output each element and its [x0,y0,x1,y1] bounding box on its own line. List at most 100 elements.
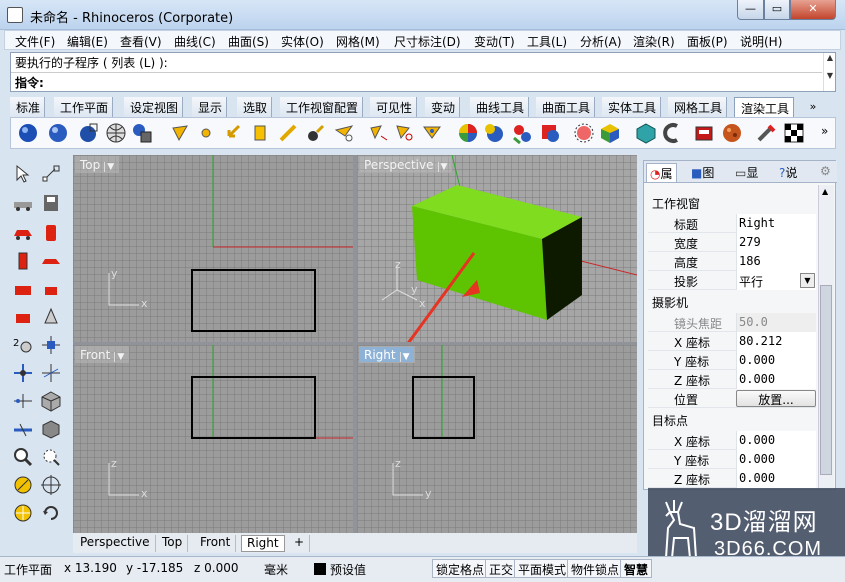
panel-tab-help[interactable]: ?说 [776,163,800,182]
light-move-icon[interactable] [367,122,389,144]
phone-red-icon[interactable] [40,222,62,244]
tab-render-tools[interactable]: 渲染工具 [734,97,795,117]
zoom-window-icon[interactable] [40,446,62,468]
prop-camera-x-value[interactable]: 80.212 [736,332,816,351]
tab-display[interactable]: 显示 [192,97,228,117]
smarttrack-toggle[interactable]: 智慧 [620,559,653,578]
menu-render[interactable]: 渲染(R) [633,33,675,50]
linear-light-icon[interactable] [277,122,299,144]
curve-car-icon[interactable] [12,192,34,214]
tab-solid-tools[interactable]: 实体工具 [602,97,662,117]
viewport-label-perspective[interactable]: Perspective ▼ [359,156,453,173]
prop-height-value[interactable]: 186 [736,252,816,271]
texture-map-icon[interactable] [511,122,533,144]
gumball-icon[interactable] [40,334,62,356]
menu-help[interactable]: 说明(H) [740,33,782,50]
environment-icon[interactable] [599,122,621,144]
ortho-toggle[interactable]: 正交 [485,559,518,578]
panel-scroll-thumb[interactable] [820,285,832,475]
rotate-view-icon[interactable] [40,502,62,524]
place-button[interactable]: 放置... [736,390,816,407]
viewport-front[interactable]: z x Front ▼ [73,345,353,533]
car-red-icon[interactable] [12,222,34,244]
box-red-icon[interactable] [12,306,34,328]
panel-tab-layers[interactable]: ■图 [688,163,717,182]
texture-ball-icon[interactable] [721,122,743,144]
render-globe-icon[interactable] [105,122,127,144]
scroll-up-icon[interactable]: ▲ [822,187,828,196]
cone-icon[interactable] [40,306,62,328]
command-input[interactable] [53,73,813,89]
point-icon[interactable] [40,163,62,185]
light-target-icon[interactable] [393,122,415,144]
select-arrow-icon[interactable] [12,163,34,185]
viewport-label-front[interactable]: Front ▼ [75,346,130,363]
menu-view[interactable]: 查看(V) [120,33,162,50]
tube-red-icon[interactable] [12,250,34,272]
menu-mesh[interactable]: 网格(M) [336,33,380,50]
osnap-toggle[interactable]: 物件锁点 [567,559,624,578]
panel-scrollbar[interactable]: ▲ [818,185,834,488]
tab-curve-tools[interactable]: 曲线工具 [470,97,530,117]
tab-viewport-layout[interactable]: 工作视窗配置 [280,97,364,117]
light-tool-icon[interactable] [305,122,327,144]
menu-surface[interactable]: 曲面(S) [228,33,269,50]
analyze-icon[interactable] [12,474,34,496]
array-icon[interactable] [12,390,34,412]
vptab-top[interactable]: Top [157,535,189,552]
prop-target-y-value[interactable]: 0.000 [736,450,816,469]
command-scrollbar[interactable]: ▲ ▼ [823,53,836,91]
zoom-icon[interactable] [12,446,34,468]
menu-solid[interactable]: 实体(O) [281,33,324,50]
panel-settings-icon[interactable]: ⚙ [820,164,831,178]
render-save-icon[interactable] [131,122,153,144]
material-library-icon[interactable] [539,122,561,144]
viewport-label-right[interactable]: Right ▼ [359,346,415,363]
light-edit-icon[interactable] [333,122,355,144]
planar-toggle[interactable]: 平面模式 [514,559,571,578]
box-3d-icon[interactable] [40,418,62,440]
snap-icon[interactable] [12,502,34,524]
viewport-label-top[interactable]: Top ▼ [75,156,120,173]
status-layer[interactable]: 预设值 [330,561,366,578]
grid-snap-toggle[interactable]: 锁定格点 [432,559,489,578]
color-sphere-icon[interactable] [457,122,479,144]
cube-icon[interactable] [40,390,62,412]
status-units[interactable]: 毫米 [264,561,288,578]
chair-red-icon[interactable] [40,278,62,300]
checker-icon[interactable] [783,122,805,144]
render-icon[interactable] [17,122,39,144]
light-edit-icon-2[interactable] [421,122,443,144]
material-icon[interactable] [483,122,505,144]
prop-target-z-value[interactable]: 0.000 [736,469,816,488]
spotlight-icon[interactable] [169,122,191,144]
save-icon[interactable] [40,192,62,214]
decal-icon[interactable] [573,122,595,144]
menu-analyze[interactable]: 分析(A) [580,33,622,50]
menu-edit[interactable]: 编辑(E) [67,33,108,50]
vptab-front[interactable]: Front [195,535,237,552]
maximize-button[interactable]: ▭ [764,0,790,20]
panel-tab-display[interactable]: ▭显 [732,163,761,182]
render-region-icon[interactable] [77,122,99,144]
vptab-perspective[interactable]: Perspective [75,535,156,552]
render-mesh-icon[interactable] [661,122,683,144]
paint-icon[interactable] [755,122,777,144]
prop-width-value[interactable]: 279 [736,233,816,252]
tab-cplanes[interactable]: 工作平面 [54,97,114,117]
point-light-icon[interactable] [195,122,217,144]
minimize-button[interactable]: — [737,0,764,20]
tab-mesh-tools[interactable]: 网格工具 [668,97,728,117]
status-cplane[interactable]: 工作平面 [4,561,52,578]
ground-plane-icon[interactable] [635,122,657,144]
directional-light-icon[interactable] [223,122,245,144]
target-icon[interactable] [40,474,62,496]
tab-standard[interactable]: 标准 [10,97,46,117]
chevron-down-icon[interactable]: ▼ [800,273,815,288]
tab-set-view[interactable]: 设定视图 [124,97,184,117]
plane-icon[interactable] [12,418,34,440]
toolbar-overflow-icon[interactable]: » [821,124,828,138]
tab-overflow-button[interactable]: » [804,97,822,117]
panel-tab-properties[interactable]: ◔属 [646,163,677,182]
viewport-top[interactable]: y x Top ▼ [73,155,353,342]
